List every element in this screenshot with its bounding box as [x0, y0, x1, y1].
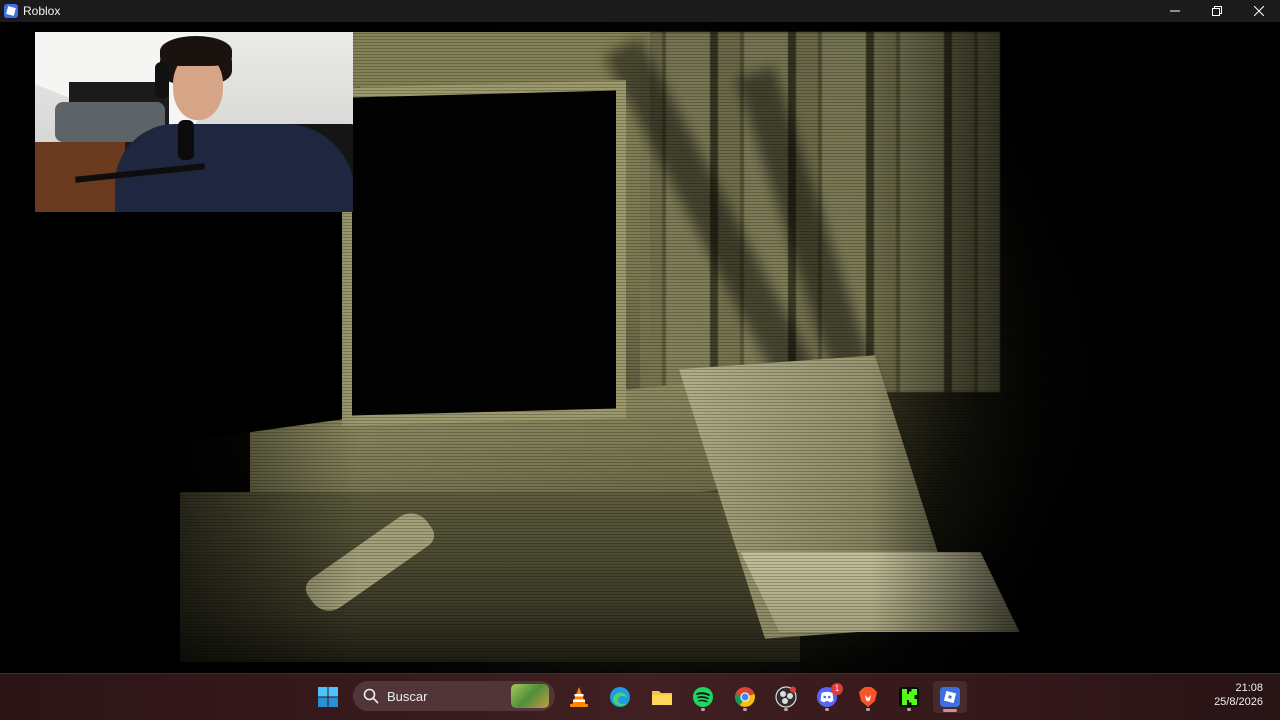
taskbar-app-chrome[interactable]: [728, 681, 762, 713]
clock-date: 25/8/2026: [1214, 696, 1263, 708]
webcam-overlay: [35, 32, 353, 212]
close-button[interactable]: [1238, 0, 1280, 22]
search-input[interactable]: [387, 688, 497, 704]
webcam-person-hair: [160, 36, 232, 66]
vlc-icon: [570, 687, 588, 707]
roblox-icon: [940, 687, 960, 707]
kick-icon: [899, 687, 919, 707]
running-indicator: [743, 708, 747, 711]
search-highlight-image: [511, 684, 549, 708]
folder-icon: [652, 691, 672, 705]
taskbar-app-brave[interactable]: [851, 681, 885, 713]
window-titlebar: Roblox: [0, 0, 1280, 22]
clock-time: 21:08: [1235, 682, 1263, 694]
close-icon: [1254, 6, 1264, 16]
taskbar: [0, 673, 1280, 720]
webcam-microphone: [178, 120, 194, 160]
notification-badge: 1: [831, 683, 843, 695]
minimize-icon: [1170, 10, 1180, 12]
running-indicator: [701, 708, 705, 711]
chrome-icon: [735, 687, 755, 707]
running-indicator: [825, 708, 829, 711]
running-indicator: [866, 708, 870, 711]
taskbar-search[interactable]: [353, 681, 555, 711]
start-button[interactable]: [311, 681, 345, 713]
webcam-headphones: [155, 62, 169, 98]
taskbar-app-obs[interactable]: [769, 681, 803, 713]
system-clock[interactable]: 21:08 25/8/2026: [1214, 681, 1263, 709]
running-indicator: [784, 708, 788, 711]
taskbar-app-discord[interactable]: 1: [810, 681, 844, 713]
edge-icon: [610, 687, 630, 707]
running-indicator: [907, 708, 911, 711]
window-title: Roblox: [23, 4, 61, 18]
search-icon: [363, 688, 379, 704]
brave-icon: [859, 687, 877, 707]
taskbar-app-roblox[interactable]: [933, 681, 967, 713]
windows-start-icon: [318, 687, 338, 707]
minimize-button[interactable]: [1154, 0, 1196, 22]
taskbar-app-edge[interactable]: [603, 681, 637, 713]
window-controls: [1154, 0, 1280, 22]
obs-icon: [775, 686, 797, 708]
taskbar-app-spotify[interactable]: [686, 681, 720, 713]
restore-icon: [1212, 6, 1222, 16]
roblox-app-icon: [4, 4, 18, 18]
restore-button[interactable]: [1196, 0, 1238, 22]
taskbar-app-vlc[interactable]: [562, 681, 596, 713]
spotify-icon: [693, 687, 713, 707]
taskbar-app-file-explorer[interactable]: [645, 681, 679, 713]
taskbar-app-kick[interactable]: [892, 681, 926, 713]
